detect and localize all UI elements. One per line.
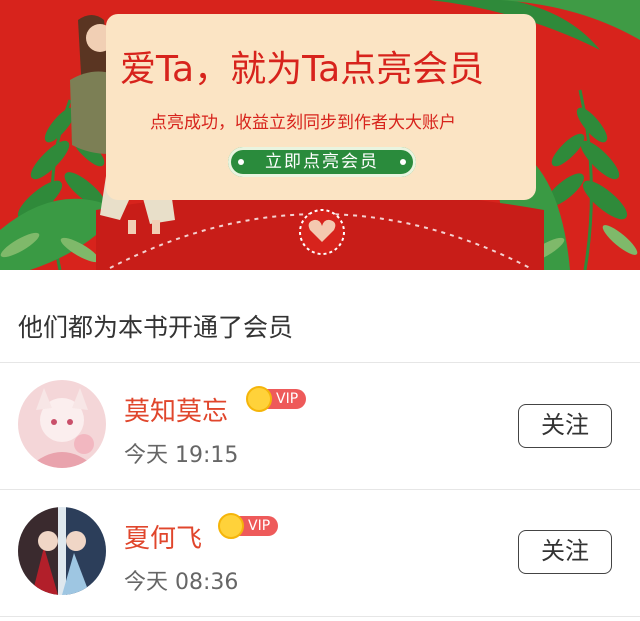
promo-banner[interactable]: 爱Ta，就为Ta点亮会员 点亮成功，收益立刻同步到作者大大账户 立即点亮会员 [0, 0, 640, 270]
member-row[interactable]: 夏何飞 VIP 今天 08:36 关注 [0, 490, 640, 616]
activate-membership-button[interactable]: 立即点亮会员 [228, 147, 416, 177]
avatar-image [18, 380, 106, 468]
follow-button[interactable]: 关注 [518, 404, 612, 448]
banner-subline: 点亮成功，收益立刻同步到作者大大账户 [150, 113, 456, 133]
member-name[interactable]: 莫知莫忘 [124, 391, 228, 428]
vip-badge: VIP [218, 513, 279, 539]
crown-icon [218, 513, 244, 539]
avatar[interactable] [18, 380, 106, 468]
member-time: 今天 19:15 [124, 443, 239, 468]
crown-icon [246, 386, 272, 412]
divider [0, 616, 640, 617]
avatar[interactable] [18, 507, 106, 595]
vip-badge: VIP [246, 386, 307, 412]
member-name[interactable]: 夏何飞 [124, 518, 202, 555]
member-row[interactable]: 莫知莫忘 VIP 今天 19:15 关注 [0, 363, 640, 489]
avatar-image [18, 507, 106, 595]
activate-membership-label: 立即点亮会员 [265, 152, 379, 172]
banner-headline: 爱Ta，就为Ta点亮会员 [120, 49, 485, 90]
member-time: 今天 08:36 [124, 570, 239, 595]
dot-icon [400, 159, 406, 165]
dot-icon [238, 159, 244, 165]
follow-button[interactable]: 关注 [518, 530, 612, 574]
section-title: 他们都为本书开通了会员 [18, 313, 294, 342]
